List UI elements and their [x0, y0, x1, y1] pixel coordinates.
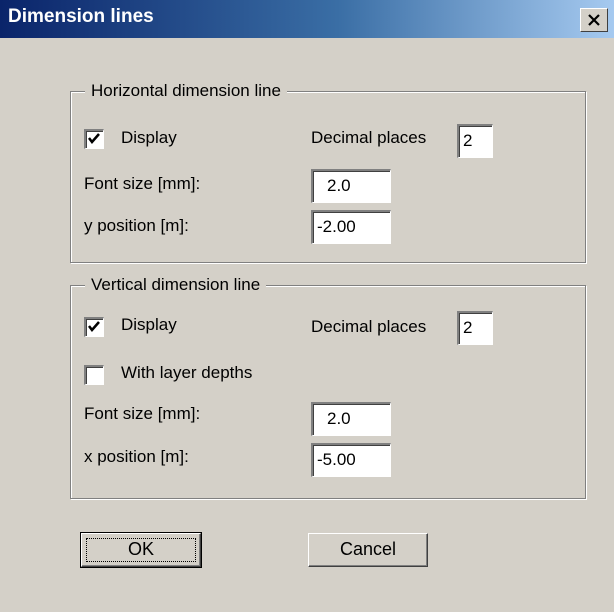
check-icon: [88, 321, 100, 332]
vertical-font-size-input[interactable]: 2.0: [311, 402, 391, 436]
vertical-display-checkbox[interactable]: [84, 317, 104, 337]
vertical-position-label: x position [m]:: [84, 447, 189, 466]
horizontal-font-size-input[interactable]: 2.0: [311, 169, 391, 203]
layer-depths-label: With layer depths: [121, 363, 253, 382]
horizontal-position-label: y position [m]:: [84, 216, 189, 235]
cancel-button[interactable]: Cancel: [308, 533, 428, 567]
vertical-decimal-label: Decimal places: [311, 317, 427, 336]
close-button[interactable]: [580, 8, 608, 32]
horizontal-display-checkbox[interactable]: [84, 129, 104, 149]
horizontal-dimension-group: Horizontal dimension line Display Decima…: [70, 80, 586, 263]
vertical-decimal-input[interactable]: 2: [457, 311, 493, 345]
vertical-dimension-group: Vertical dimension line Display Decimal …: [70, 274, 586, 499]
close-icon: [588, 14, 600, 26]
horizontal-font-size-label: Font size [mm]:: [84, 174, 201, 193]
layer-depths-checkbox[interactable]: [84, 365, 104, 385]
horizontal-decimal-input[interactable]: 2: [457, 124, 493, 158]
vertical-font-size-label: Font size [mm]:: [84, 404, 201, 423]
horizontal-group-legend: Horizontal dimension line: [85, 80, 287, 102]
focus-rectangle: [86, 538, 196, 562]
cancel-button-label: Cancel: [339, 539, 397, 559]
title-bar: Dimension lines: [0, 0, 614, 38]
dialog-body: Horizontal dimension line Display Decima…: [0, 38, 614, 612]
vertical-group-legend: Vertical dimension line: [85, 274, 267, 296]
horizontal-position-input[interactable]: -2.00: [311, 210, 391, 244]
vertical-position-input[interactable]: -5.00: [311, 443, 391, 477]
horizontal-decimal-label: Decimal places: [311, 128, 427, 147]
window-title: Dimension lines: [8, 6, 154, 27]
horizontal-display-label: Display: [121, 128, 177, 147]
ok-button[interactable]: OK: [80, 532, 202, 568]
vertical-display-label: Display: [121, 315, 177, 334]
check-icon: [88, 133, 100, 144]
